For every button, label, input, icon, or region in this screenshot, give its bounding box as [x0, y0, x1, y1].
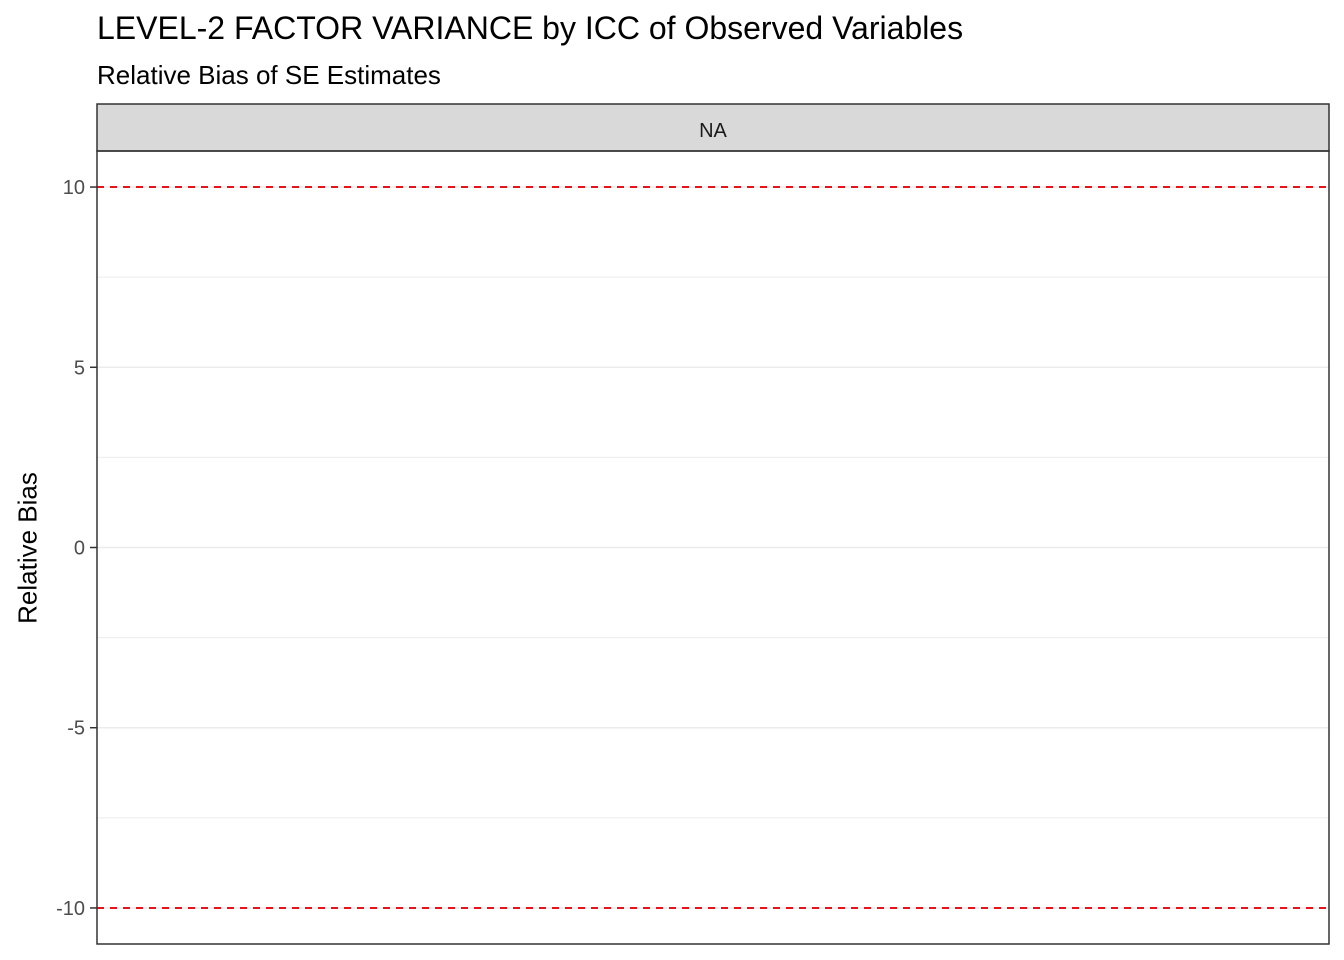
chart-canvas: NA 10 5 0 -5 -10 [56, 103, 1330, 945]
y-axis-ticks [90, 186, 97, 909]
y-tick-label: 0 [74, 538, 85, 560]
y-tick-label: -10 [56, 898, 85, 920]
y-tick-label: -5 [67, 718, 85, 740]
y-axis-tick-labels: 10 5 0 -5 -10 [56, 177, 85, 920]
y-tick-label: 10 [63, 177, 85, 199]
y-tick-label: 5 [74, 357, 85, 379]
facet-strip-label: NA [699, 120, 727, 142]
major-gridlines [97, 186, 1329, 909]
